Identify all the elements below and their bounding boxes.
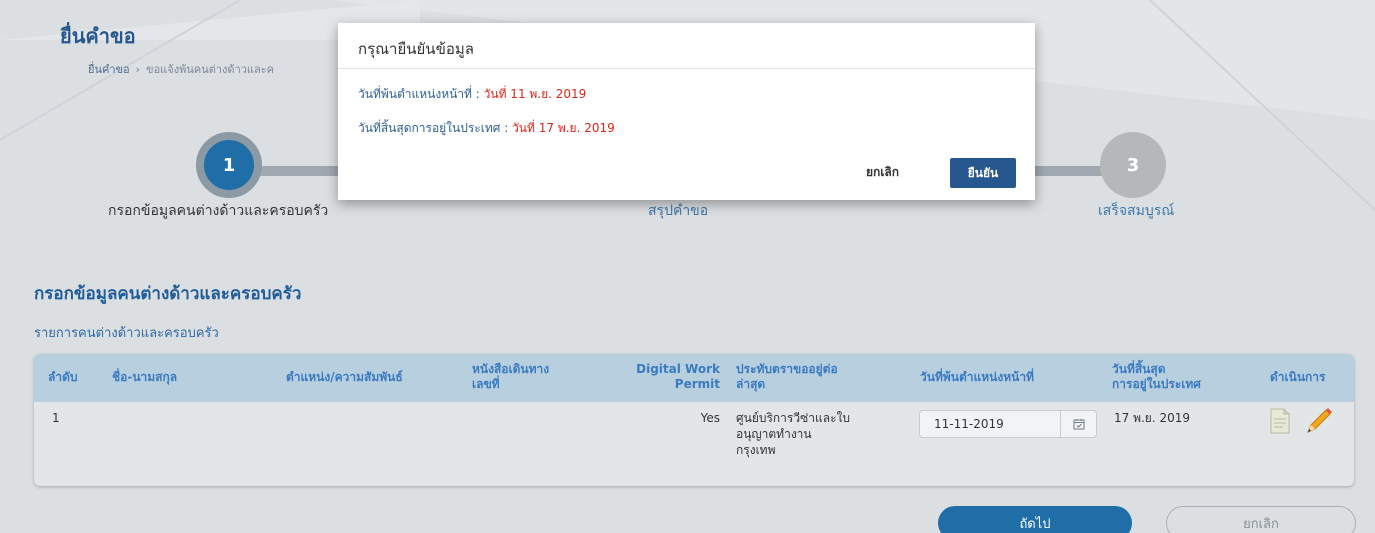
page: ยื่นคำขอ ยื่นคำขอ › ขอแจ้งพ้นคนต่างด้าวและ… [0,0,1375,533]
step-3-label: เสร็จสมบูรณ์ [1098,203,1175,219]
dialog-end-stay-value: วันที่ 17 พ.ย. 2019 [512,121,615,135]
document-icon[interactable] [1268,408,1292,434]
calendar-icon[interactable] [1060,411,1096,437]
header-actions: ดำเนินการ [1270,370,1326,384]
step-1-label: กรอกข้อมูลคนต่างด้าวและครอบครัว [108,203,329,219]
header-name: ชื่อ-นามสกุล [112,370,178,384]
leave-date-input[interactable]: 11-11-2019 [919,410,1097,438]
section-title: กรอกข้อมูลคนต่างด้าวและครอบครัว [34,284,302,304]
breadcrumb: ยื่นคำขอ › ขอแจ้งพ้นคนต่างด้าวและค [88,60,274,78]
dialog-leave-date-label: วันที่พ้นตำแหน่งหน้าที่ : [358,87,484,101]
breadcrumb-separator: › [135,63,141,76]
step-1-circle: 1 [196,132,262,198]
next-button[interactable]: ถัดไป [938,506,1132,533]
step-2-label: สรุปคำขอ [648,203,709,219]
cell-digital-work-permit: Yes [700,411,720,425]
dialog-confirm-button[interactable]: ยืนยัน [950,158,1016,188]
header-end-stay: วันที่สิ้นสุด การอยู่ในประเทศ [1112,362,1201,391]
section-subtitle: รายการคนต่างด้าวและครอบครัว [34,326,219,341]
dialog-title: กรุณายืนยันข้อมูล [358,40,474,58]
table-header: ลำดับ ชื่อ-นามสกุล ตำแหน่ง/ความสัมพันธ์ … [34,354,1354,402]
dialog-leave-date-row: วันที่พ้นตำแหน่งหน้าที่ : วันที่ 11 พ.ย.… [358,85,586,104]
pencil-icon[interactable] [1304,406,1334,436]
dialog-end-stay-row: วันที่สิ้นสุดการอยู่ในประเทศ : วันที่ 17… [358,119,615,138]
breadcrumb-item-current: ขอแจ้งพ้นคนต่างด้าวและค [146,63,275,76]
dialog-cancel-button[interactable]: ยกเลิก [866,163,899,182]
step-3-circle: 3 [1100,132,1166,198]
cancel-button[interactable]: ยกเลิก [1166,506,1356,533]
dialog-leave-date-value: วันที่ 11 พ.ย. 2019 [483,87,587,101]
confirm-dialog: กรุณายืนยันข้อมูล วันที่พ้นตำแหน่งหน้าที… [338,23,1035,200]
breadcrumb-item-request[interactable]: ยื่นคำขอ [88,63,130,76]
cell-end-stay: 17 พ.ย. 2019 [1114,411,1191,425]
header-position: ตำแหน่ง/ความสัมพันธ์ [286,370,403,384]
dialog-header: กรุณายืนยันข้อมูล [338,23,1035,69]
dialog-end-stay-label: วันที่สิ้นสุดการอยู่ในประเทศ : [358,121,513,135]
header-passport: หนังสือเดินทาง เลขที่ [472,362,550,391]
cell-no: 1 [52,411,60,425]
leave-date-value: 11-11-2019 [934,417,1004,431]
header-visa-stamp: ประทับตราขออยู่ต่อ ล่าสุด [736,362,838,391]
header-no: ลำดับ [48,370,78,384]
cell-visa-stamp: ศูนย์บริการวีซ่าและใบ อนุญาตทำงาน กรุงเท… [736,411,850,457]
page-title: ยื่นคำขอ [60,24,136,48]
header-digital-work-permit: Digital Work Permit [636,362,720,391]
alien-table: ลำดับ ชื่อ-นามสกุล ตำแหน่ง/ความสัมพันธ์ … [34,354,1354,486]
header-leave-date: วันที่พ้นตำแหน่งหน้าที่ [920,370,1034,384]
